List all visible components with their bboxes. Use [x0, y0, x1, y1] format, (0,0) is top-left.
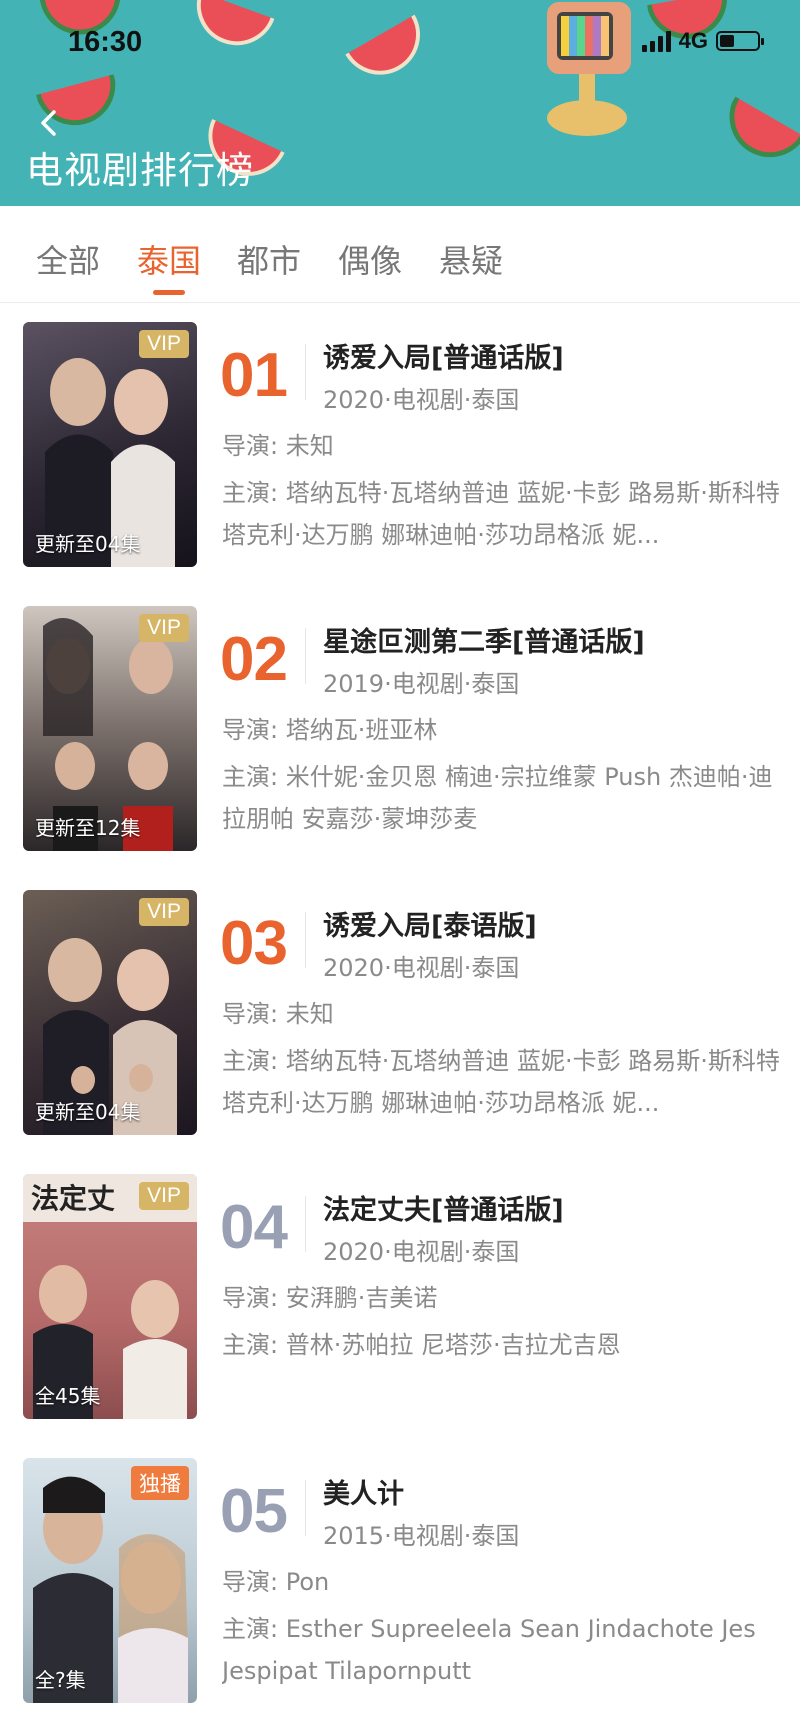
show-title[interactable]: 法定丈夫[普通话版]	[323, 1188, 564, 1227]
network-type: 4G	[678, 28, 708, 53]
episode-update: 更新至04集	[35, 1100, 141, 1124]
show-title[interactable]: 诱爱入局[泰语版]	[323, 904, 537, 943]
show-meta: 2015·电视剧·泰国	[323, 1522, 520, 1550]
divider	[305, 912, 306, 968]
vip-badge: VIP	[139, 898, 189, 926]
category-tabs: 全部 泰国 都市 偶像 悬疑	[0, 206, 800, 303]
show-director: 导演: 未知	[222, 432, 334, 460]
rank-number: 03	[220, 909, 288, 978]
tab-suspense[interactable]: 悬疑	[439, 236, 503, 282]
page-header: 16:30 4G 电视剧排行榜	[0, 0, 800, 206]
show-cast: 主演: Esther Supreeleela Sean Jindachote J…	[222, 1615, 756, 1685]
svg-text:法定丈: 法定丈	[31, 1182, 115, 1215]
episode-update: 更新至12集	[35, 816, 141, 840]
active-tab-indicator	[153, 290, 185, 295]
divider	[305, 1196, 306, 1252]
rank-number: 04	[220, 1193, 288, 1262]
status-indicators: 4G	[641, 28, 764, 54]
signal-icon	[641, 30, 671, 52]
poster-image[interactable]: VIP 更新至12集	[23, 606, 197, 851]
poster-image[interactable]: VIP 更新至04集	[23, 890, 197, 1135]
poster-image[interactable]: 法定丈 VIP 全45集	[23, 1174, 197, 1419]
exclusive-badge: 独播	[131, 1466, 189, 1500]
episode-update: 全45集	[35, 1384, 101, 1408]
ranking-item[interactable]: 独播 全?集 05 美人计 2015·电视剧·泰国 导演: Pon 主演: Es…	[0, 1458, 800, 1718]
show-title[interactable]: 美人计	[323, 1472, 404, 1511]
rank-number: 02	[220, 625, 288, 694]
show-cast: 主演: 塔纳瓦特·瓦塔纳普迪 蓝妮·卡彭 路易斯·斯科特 塔克利·达万鹏 娜琳迪…	[222, 479, 780, 549]
show-meta: 2020·电视剧·泰国	[323, 386, 520, 414]
ranking-item[interactable]: VIP 更新至04集 03 诱爱入局[泰语版] 2020·电视剧·泰国 导演: …	[0, 890, 800, 1150]
battery-icon	[716, 31, 764, 51]
back-arrow-icon[interactable]	[34, 108, 64, 138]
show-director: 导演: Pon	[222, 1568, 330, 1596]
ranking-item[interactable]: VIP 更新至12集 02 星途叵测第二季[普通话版] 2019·电视剧·泰国 …	[0, 606, 800, 866]
show-director: 导演: 未知	[222, 1000, 334, 1028]
watermelon-decoration	[196, 0, 275, 46]
page-title: 电视剧排行榜	[26, 149, 254, 192]
show-title[interactable]: 诱爱入局[普通话版]	[323, 336, 564, 375]
tv-illustration-icon	[547, 2, 631, 136]
show-cast: 主演: 米什妮·金贝恩 楠迪·宗拉维蒙 Push 杰迪帕·迪拉朋帕 安嘉莎·蒙坤…	[222, 763, 773, 833]
episode-update: 更新至04集	[35, 532, 141, 556]
show-director: 导演: 塔纳瓦·班亚林	[222, 716, 438, 744]
ranking-item[interactable]: VIP 更新至04集 01 诱爱入局[普通话版] 2020·电视剧·泰国 导演:…	[0, 322, 800, 582]
tab-urban[interactable]: 都市	[237, 236, 301, 282]
rank-number: 01	[220, 341, 288, 410]
poster-image[interactable]: 独播 全?集	[23, 1458, 197, 1703]
tab-thailand[interactable]: 泰国	[137, 236, 201, 282]
rank-number: 05	[220, 1477, 288, 1546]
poster-image[interactable]: VIP 更新至04集	[23, 322, 197, 567]
show-title[interactable]: 星途叵测第二季[普通话版]	[323, 620, 645, 659]
show-meta: 2020·电视剧·泰国	[323, 954, 520, 982]
vip-badge: VIP	[139, 1182, 189, 1210]
show-meta: 2019·电视剧·泰国	[323, 670, 520, 698]
show-cast: 主演: 塔纳瓦特·瓦塔纳普迪 蓝妮·卡彭 路易斯·斯科特 塔克利·达万鹏 娜琳迪…	[222, 1047, 780, 1117]
tab-all[interactable]: 全部	[36, 236, 100, 282]
show-meta: 2020·电视剧·泰国	[323, 1238, 520, 1266]
divider	[305, 344, 306, 400]
show-director: 导演: 安湃鹏·吉美诺	[222, 1284, 438, 1312]
vip-badge: VIP	[139, 330, 189, 358]
show-cast: 主演: 普林·苏帕拉 尼塔莎·吉拉尤吉恩	[222, 1331, 621, 1359]
episode-update: 全?集	[35, 1668, 86, 1692]
tab-idol[interactable]: 偶像	[338, 236, 402, 282]
divider	[305, 1480, 306, 1536]
divider	[305, 628, 306, 684]
watermelon-decoration	[345, 14, 420, 75]
watermelon-decoration	[729, 96, 800, 158]
ranking-item[interactable]: 法定丈 VIP 全45集 04 法定丈夫[普通话版] 2020·电视剧·泰国 导…	[0, 1174, 800, 1434]
status-time: 16:30	[68, 26, 143, 58]
vip-badge: VIP	[139, 614, 189, 642]
